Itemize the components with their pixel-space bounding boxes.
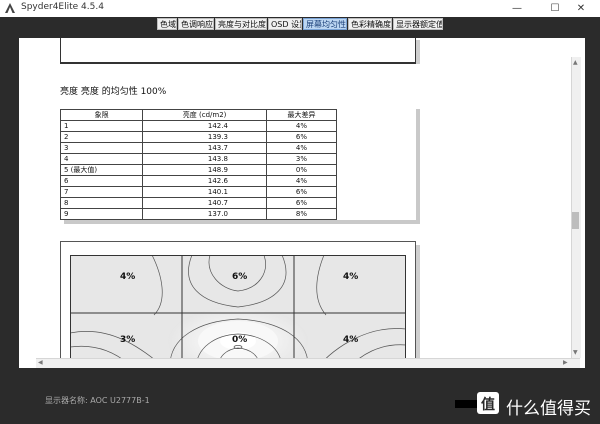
close-button[interactable]: ✕ bbox=[562, 0, 600, 17]
scroll-right-arrow-icon[interactable]: ▶ bbox=[563, 359, 568, 367]
cell-luminance: 140.1 bbox=[142, 186, 267, 198]
tab-osd-settings[interactable]: OSD 设置 bbox=[268, 18, 302, 30]
cell-quadrant: 8 bbox=[59, 197, 144, 209]
table-row: 9 137.0 8% bbox=[59, 208, 338, 220]
tab-brightness-contrast[interactable]: 亮度与对比度 bbox=[215, 18, 267, 30]
previous-page-bottom bbox=[60, 38, 416, 64]
cell-max-diff: 6% bbox=[265, 131, 338, 143]
tab-gamut[interactable]: 色域 bbox=[157, 18, 177, 30]
column-header-max-diff: 最大差异 bbox=[265, 109, 338, 121]
table-header-row: 象限 亮度 (cd/m2) 最大差异 bbox=[59, 109, 338, 121]
cell-luminance: 143.7 bbox=[142, 142, 267, 154]
scroll-up-arrow-icon[interactable]: ▲ bbox=[573, 59, 578, 67]
watermark-logo: 值 bbox=[477, 392, 499, 414]
cell-luminance: 148.9 bbox=[142, 164, 267, 176]
table-row: 4 143.8 3% bbox=[59, 153, 338, 165]
quadrant-2-label: 6% bbox=[232, 272, 248, 282]
quadrant-4-label: 3% bbox=[120, 335, 136, 345]
table-row: 7 140.1 6% bbox=[59, 186, 338, 198]
tab-strip: 色域 色调响应 亮度与对比度 OSD 设置 屏幕均匀性 色彩精确度 显示器额定值 bbox=[0, 17, 600, 31]
cell-luminance: 139.3 bbox=[142, 131, 267, 143]
uniformity-heading: 亮度 亮度 的均匀性 100% bbox=[60, 87, 167, 97]
quadrant-1-label: 4% bbox=[120, 272, 136, 282]
title-bar: Spyder4Elite 4.5.4 — ☐ ✕ bbox=[0, 0, 600, 18]
table-row: 1 142.4 4% bbox=[59, 120, 338, 132]
cell-quadrant: 3 bbox=[59, 142, 144, 154]
cell-quadrant: 1 bbox=[59, 120, 144, 132]
cell-max-diff: 4% bbox=[265, 142, 338, 154]
column-header-quadrant: 象限 bbox=[59, 109, 144, 121]
table-row: 5 (最大值) 148.9 0% bbox=[59, 164, 338, 176]
page-shadow bbox=[416, 40, 420, 64]
tab-screen-uniformity[interactable]: 屏幕均匀性 bbox=[303, 18, 347, 30]
cell-quadrant: 4 bbox=[59, 153, 144, 165]
cell-max-diff: 4% bbox=[265, 120, 338, 132]
monitor-name-label: 显示器名称: AOC U2777B-1 bbox=[45, 396, 150, 405]
cell-max-diff: 3% bbox=[265, 153, 338, 165]
scroll-down-arrow-icon[interactable]: ▼ bbox=[573, 349, 578, 357]
cell-max-diff: 6% bbox=[265, 197, 338, 209]
quadrant-6-label: 4% bbox=[343, 335, 359, 345]
uniformity-table: 象限 亮度 (cd/m2) 最大差异 1 142.4 4% 2 139.3 6% 3 14… bbox=[59, 109, 338, 220]
watermark-text: 什么值得买 bbox=[506, 399, 591, 419]
table-row: 6 142.6 4% bbox=[59, 175, 338, 187]
quadrant-5-label: 0% bbox=[232, 335, 248, 345]
tab-tone-response[interactable]: 色调响应 bbox=[178, 18, 214, 30]
cell-luminance: 140.7 bbox=[142, 197, 267, 209]
cell-max-diff: 0% bbox=[265, 164, 338, 176]
cell-quadrant: 7 bbox=[59, 186, 144, 198]
cell-luminance: 142.6 bbox=[142, 175, 267, 187]
scroll-left-arrow-icon[interactable]: ◀ bbox=[38, 359, 43, 367]
cell-max-diff: 4% bbox=[265, 175, 338, 187]
table-row: 2 139.3 6% bbox=[59, 131, 338, 143]
window-title: Spyder4Elite 4.5.4 bbox=[21, 2, 104, 12]
cell-quadrant: 5 (最大值) bbox=[59, 164, 144, 176]
quadrant-3-label: 4% bbox=[343, 272, 359, 282]
tab-monitor-rating[interactable]: 显示器额定值 bbox=[393, 18, 443, 30]
minimize-button[interactable]: — bbox=[498, 0, 536, 17]
table-row: 8 140.7 6% bbox=[59, 197, 338, 209]
cell-max-diff: 6% bbox=[265, 186, 338, 198]
page-shadow bbox=[416, 245, 420, 358]
spyder-app-icon bbox=[5, 3, 15, 13]
cell-luminance: 142.4 bbox=[142, 120, 267, 132]
column-header-luminance: 亮度 (cd/m2) bbox=[142, 109, 267, 121]
cell-quadrant: 6 bbox=[59, 175, 144, 187]
vertical-scroll-thumb[interactable] bbox=[572, 212, 579, 229]
tab-color-accuracy[interactable]: 色彩精确度 bbox=[348, 18, 392, 30]
cell-max-diff: 8% bbox=[265, 208, 338, 220]
cell-luminance: 143.8 bbox=[142, 153, 267, 165]
cell-quadrant: 9 bbox=[59, 208, 144, 220]
uniformity-table-card: 象限 亮度 (cd/m2) 最大差异 1 142.4 4% 2 139.3 6% 3 14… bbox=[59, 105, 416, 220]
cell-quadrant: 2 bbox=[59, 131, 144, 143]
vertical-scrollbar[interactable] bbox=[571, 57, 581, 358]
watermark-logo-char: 值 bbox=[481, 397, 495, 413]
cell-luminance: 137.0 bbox=[142, 208, 267, 220]
table-row: 3 143.7 4% bbox=[59, 142, 338, 154]
